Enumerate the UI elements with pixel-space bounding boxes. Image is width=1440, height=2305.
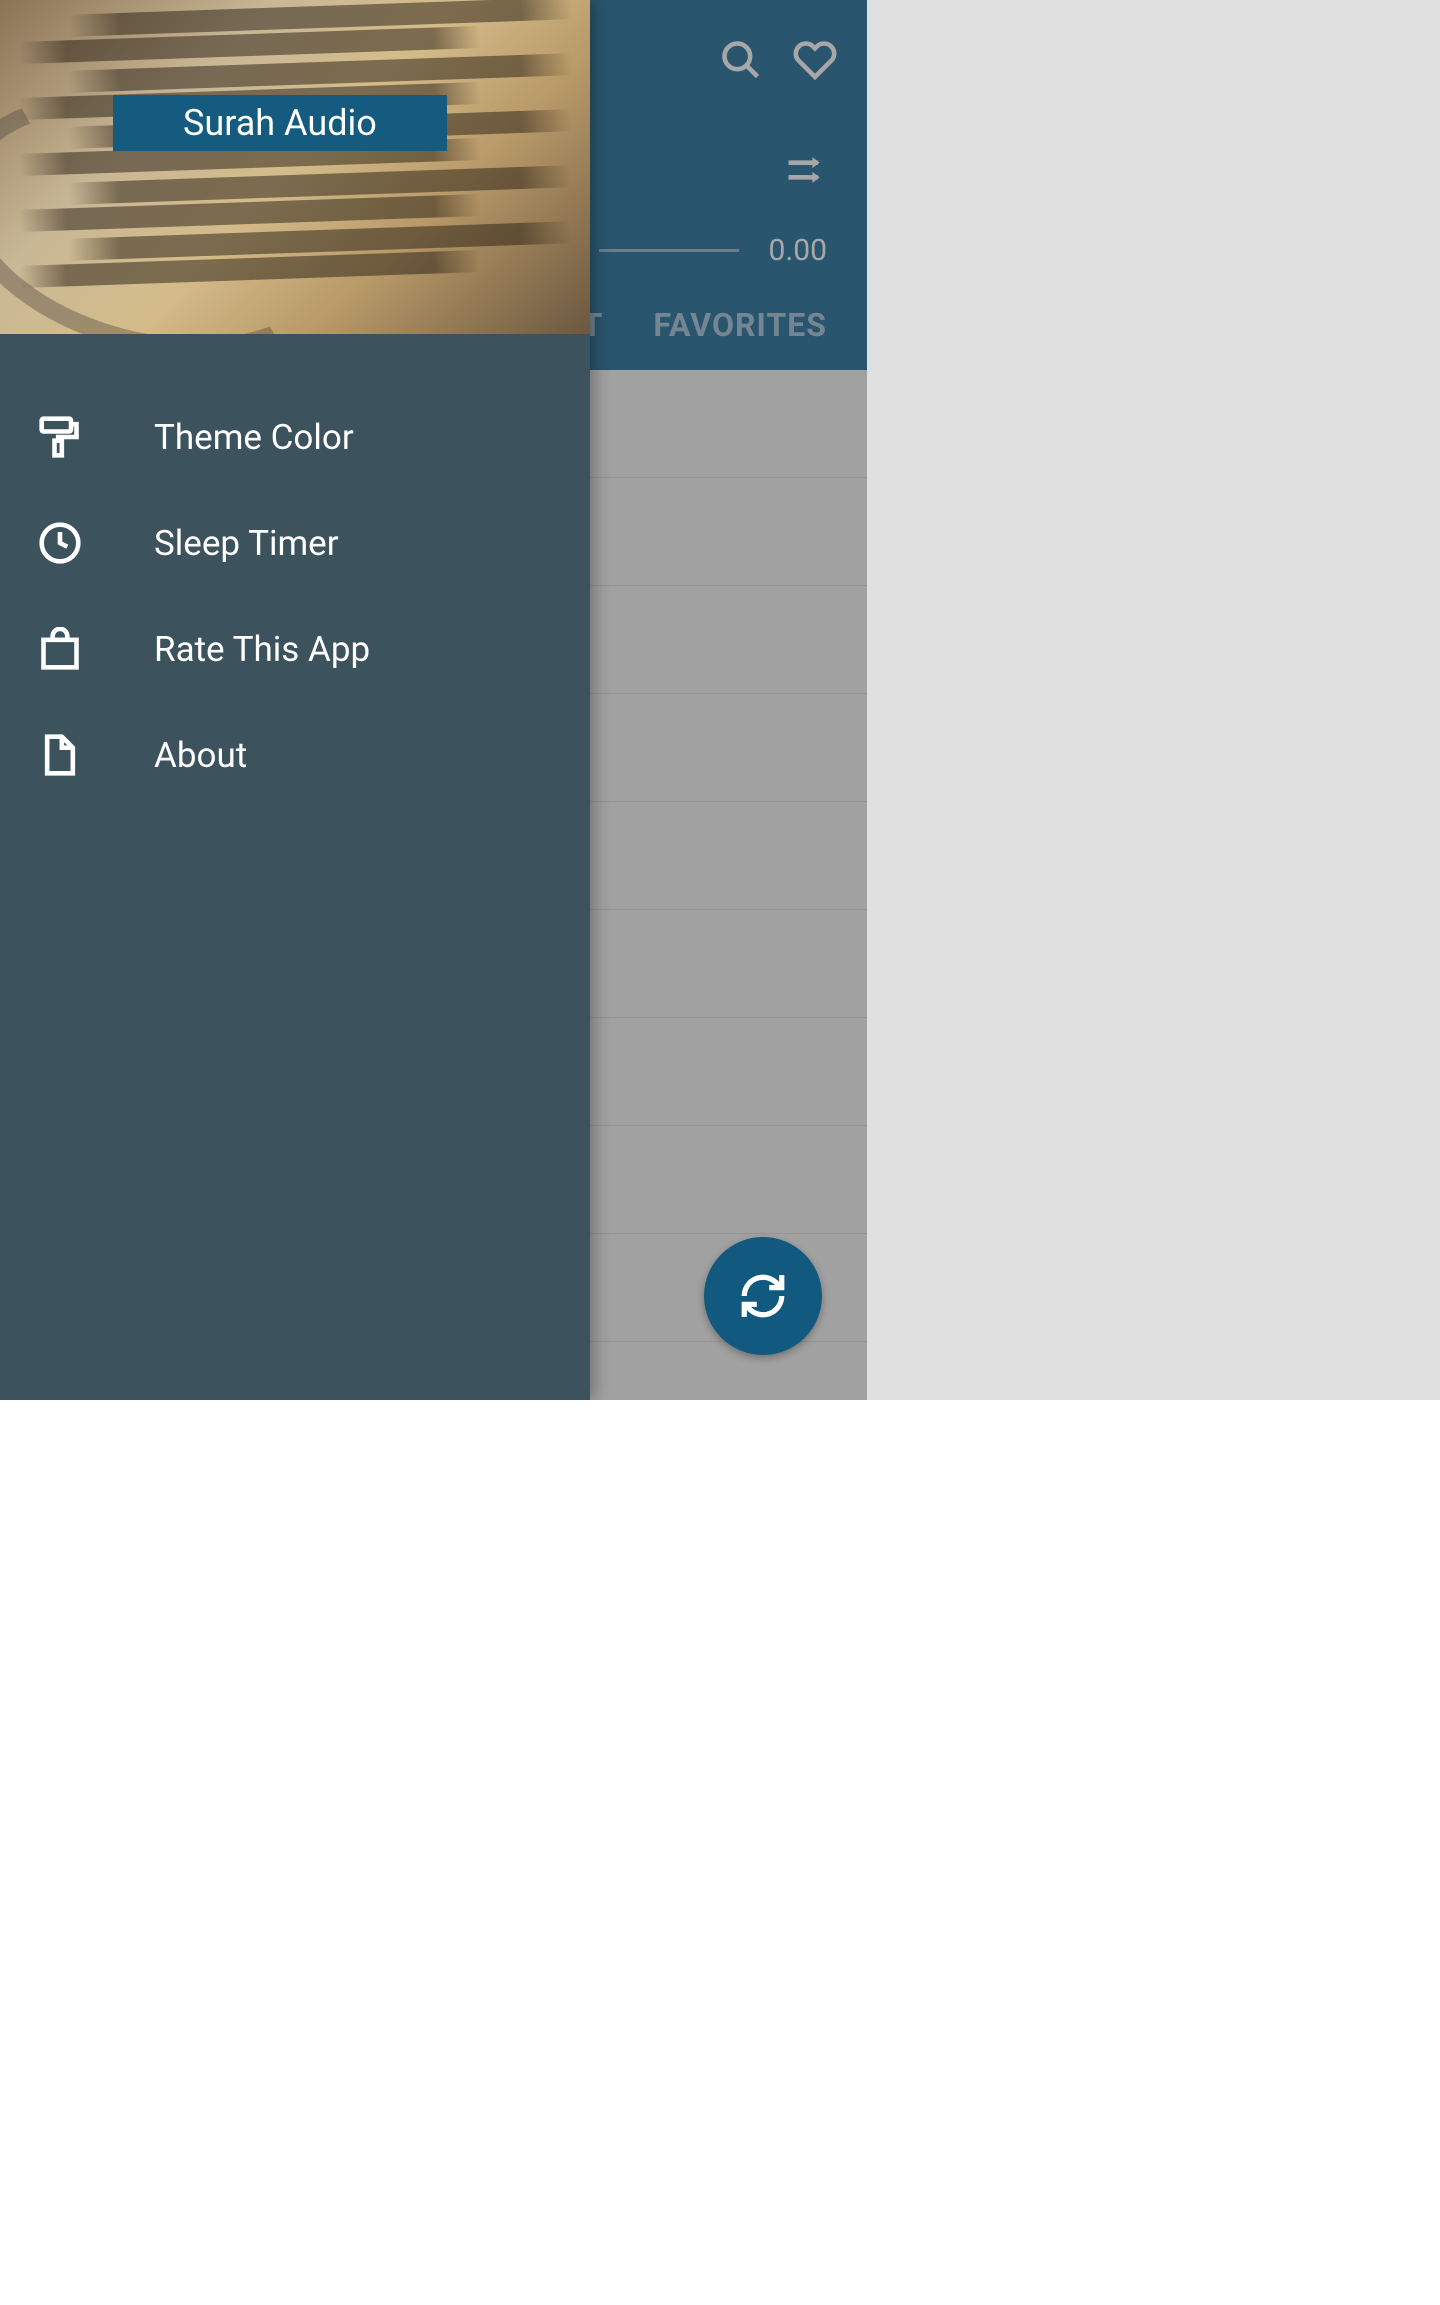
clock-icon bbox=[38, 521, 82, 565]
drawer-menu: Theme Color Sleep Timer Rate This App bbox=[0, 334, 590, 808]
drawer-header: Surah Audio bbox=[0, 0, 590, 334]
menu-about[interactable]: About bbox=[0, 702, 590, 808]
navigation-drawer: Surah Audio Theme Color Sleep Timer bbox=[0, 0, 590, 1400]
shopping-bag-icon bbox=[38, 627, 82, 671]
file-icon bbox=[38, 733, 82, 777]
menu-theme-color[interactable]: Theme Color bbox=[0, 384, 590, 490]
menu-label: About bbox=[154, 735, 247, 776]
paint-roller-icon bbox=[38, 415, 82, 459]
menu-label: Rate This App bbox=[154, 629, 370, 670]
page-remainder bbox=[0, 1400, 1440, 2305]
menu-sleep-timer[interactable]: Sleep Timer bbox=[0, 490, 590, 596]
app-title: Surah Audio bbox=[113, 95, 447, 151]
app-screen: 0.00 ST FAVORITES bbox=[0, 0, 867, 1400]
menu-label: Sleep Timer bbox=[154, 523, 339, 564]
menu-label: Theme Color bbox=[154, 417, 354, 458]
menu-rate-app[interactable]: Rate This App bbox=[0, 596, 590, 702]
refresh-fab[interactable] bbox=[704, 1237, 822, 1355]
